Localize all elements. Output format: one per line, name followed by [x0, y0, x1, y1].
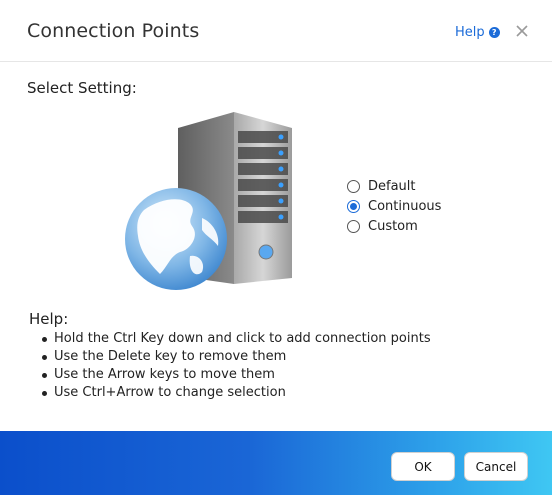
- help-link-label: Help: [455, 25, 485, 40]
- cancel-button[interactable]: Cancel: [464, 452, 528, 481]
- radio-label: Custom: [368, 218, 418, 234]
- dialog-footer: OK Cancel: [0, 431, 552, 495]
- dialog-title: Connection Points: [27, 20, 200, 42]
- help-section-title: Help:: [29, 310, 69, 328]
- server-globe-icon: [120, 106, 330, 296]
- radio-custom[interactable]: Custom: [347, 216, 441, 236]
- radio-default[interactable]: Default: [347, 176, 441, 196]
- select-setting-label: Select Setting:: [27, 79, 137, 97]
- help-item: Use Ctrl+Arrow to change selection: [40, 384, 431, 402]
- dialog-header: Connection Points Help ?: [0, 0, 552, 62]
- radio-button[interactable]: [347, 219, 360, 233]
- question-circle-icon: ?: [488, 27, 500, 38]
- help-item: Hold the Ctrl Key down and click to add …: [40, 330, 431, 348]
- help-list: Hold the Ctrl Key down and click to add …: [40, 330, 431, 402]
- setting-radio-group: Default Continuous Custom: [347, 176, 441, 236]
- help-item: Use the Arrow keys to move them: [40, 366, 431, 384]
- radio-button[interactable]: [347, 199, 360, 213]
- help-item: Use the Delete key to remove them: [40, 348, 431, 366]
- radio-button[interactable]: [347, 179, 360, 193]
- radio-label: Continuous: [368, 198, 442, 214]
- radio-label: Default: [368, 178, 416, 194]
- help-link[interactable]: Help ?: [455, 25, 500, 40]
- radio-continuous[interactable]: Continuous: [347, 196, 441, 216]
- close-icon[interactable]: [514, 23, 530, 39]
- ok-button[interactable]: OK: [391, 452, 455, 481]
